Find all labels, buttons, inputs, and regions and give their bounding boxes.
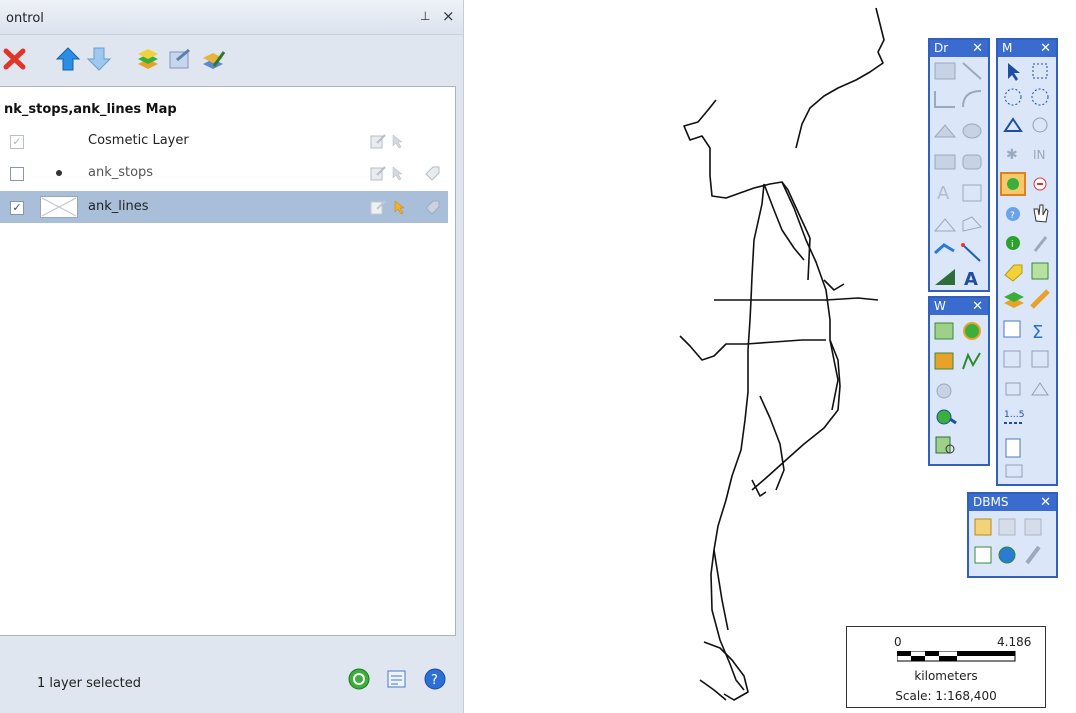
main-toolbar-title: M ✕ xyxy=(998,40,1056,57)
editable-icon[interactable] xyxy=(370,199,386,215)
layer-name: ank_stops xyxy=(88,165,154,180)
scale-bar: 0 4.186 kilometers Scale: 1:168,400 xyxy=(846,626,1046,708)
move-down-icon[interactable] xyxy=(86,46,112,72)
scale-end-label: 4.186 xyxy=(997,635,1032,649)
layer-visibility-checkbox[interactable]: ✓ xyxy=(10,201,24,215)
layer-name: Cosmetic Layer xyxy=(88,133,189,148)
scale-ratio-label: Scale: 1:168,400 xyxy=(895,689,997,703)
main-tools-grid[interactable]: ✱ IN ? i Σ 1…5 xyxy=(998,59,1056,482)
drawing-toolbar-window[interactable]: Dr ✕ A A xyxy=(928,38,990,292)
status-text: 1 layer selected xyxy=(37,676,142,691)
help-icon[interactable]: ? xyxy=(424,668,446,690)
web-tools-grid[interactable] xyxy=(930,317,988,462)
close-icon[interactable]: × xyxy=(442,7,455,25)
editable-icon[interactable] xyxy=(370,165,386,181)
svg-text:?: ? xyxy=(1010,211,1015,221)
svg-text:IN: IN xyxy=(1033,148,1046,162)
web-toolbar-title: W ✕ xyxy=(930,298,988,315)
scale-graphic xyxy=(897,651,1016,662)
dbms-toolbar-title: DBMS ✕ xyxy=(969,494,1056,511)
layer-control-panel: ontrol ⊥ × nk_stops,ank_lines Map ✓ Cosm… xyxy=(0,0,464,713)
scale-unit-label: kilometers xyxy=(914,669,978,683)
svg-text:A: A xyxy=(964,269,978,288)
close-icon[interactable]: ✕ xyxy=(972,298,983,315)
label-icon[interactable] xyxy=(424,165,440,181)
layer-visibility-checkbox[interactable]: ✓ xyxy=(10,135,24,149)
layer-visibility-checkbox[interactable] xyxy=(10,167,24,181)
drawing-toolbar-label: Dr xyxy=(934,41,949,55)
svg-text:?: ? xyxy=(431,673,438,688)
close-icon[interactable]: ✕ xyxy=(1040,40,1051,57)
drawing-toolbar-title: Dr ✕ xyxy=(930,40,988,57)
layer-row-ank-stops[interactable]: ank_stops xyxy=(0,157,448,189)
close-icon[interactable]: ✕ xyxy=(1040,494,1051,511)
refresh-icon[interactable] xyxy=(348,668,370,690)
main-toolbar-window[interactable]: M ✕ ✱ IN ? i Σ 1…5 xyxy=(996,38,1058,486)
selectable-icon[interactable] xyxy=(390,165,406,181)
panel-title: ontrol xyxy=(6,11,44,26)
svg-text:Σ: Σ xyxy=(1032,322,1043,343)
move-up-icon[interactable] xyxy=(55,46,81,72)
svg-text:A: A xyxy=(937,183,950,204)
layer-options-icon[interactable] xyxy=(386,668,408,690)
editable-icon[interactable] xyxy=(370,133,386,149)
add-layers-icon[interactable] xyxy=(135,46,161,72)
main-toolbar-label: M xyxy=(1002,41,1013,55)
web-toolbar-window[interactable]: W ✕ xyxy=(928,296,990,466)
edit-layer-icon[interactable] xyxy=(200,46,226,72)
svg-text:✱: ✱ xyxy=(1006,147,1018,163)
layer-name: ank_lines xyxy=(88,199,149,214)
map-window[interactable]: Dr ✕ A A M ✕ ✱ IN ? i Σ 1…5 W ✕ DBMS ✕ 0… xyxy=(464,0,1076,713)
scale-start-label: 0 xyxy=(894,635,902,649)
web-toolbar-label: W xyxy=(934,299,946,313)
selectable-icon[interactable] xyxy=(392,199,408,215)
dbms-toolbar-window[interactable]: DBMS ✕ xyxy=(967,492,1058,578)
dbms-toolbar-label: DBMS xyxy=(973,495,1009,509)
panel-titlebar: ontrol ⊥ × xyxy=(0,0,463,35)
point-style-icon[interactable] xyxy=(52,166,66,180)
line-style-icon[interactable] xyxy=(40,196,78,218)
selectable-icon[interactable] xyxy=(390,133,406,149)
dbms-tools-grid[interactable] xyxy=(969,513,1056,574)
remove-layer-icon[interactable] xyxy=(2,46,28,72)
pin-icon[interactable]: ⊥ xyxy=(420,9,430,23)
layer-row-cosmetic[interactable]: ✓ Cosmetic Layer xyxy=(0,125,448,157)
layer-toolbar xyxy=(0,36,463,84)
svg-text:1…5: 1…5 xyxy=(1004,410,1024,420)
drawing-tools-grid[interactable]: A A xyxy=(930,59,988,288)
layer-tree: nk_stops,ank_lines Map ✓ Cosmetic Layer … xyxy=(0,86,456,636)
map-title[interactable]: nk_stops,ank_lines Map xyxy=(4,102,177,117)
layer-properties-icon[interactable] xyxy=(167,46,193,72)
layer-row-ank-lines[interactable]: ✓ ank_lines xyxy=(0,191,448,223)
close-icon[interactable]: ✕ xyxy=(972,40,983,57)
svg-text:i: i xyxy=(1011,240,1014,250)
label-icon[interactable] xyxy=(424,199,440,215)
